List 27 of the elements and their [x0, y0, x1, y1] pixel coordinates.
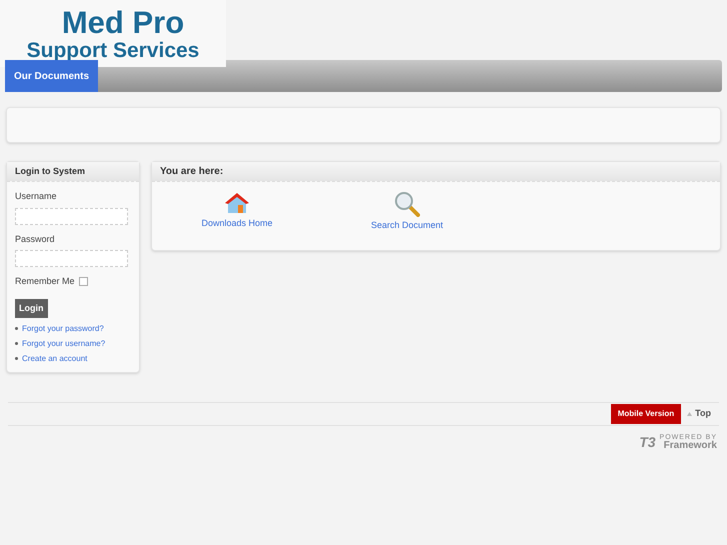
house-icon	[224, 191, 250, 215]
logo-subtitle: Support Services	[26, 40, 200, 60]
shortcut-link[interactable]: Search Document	[322, 191, 492, 232]
password-field[interactable]	[15, 250, 128, 267]
field-label: Password	[15, 232, 56, 246]
checkbox-label: Remember Me	[15, 275, 75, 288]
account-link[interactable]: Forgot your username?	[22, 338, 106, 350]
field-label: Username	[15, 190, 58, 203]
brand-mark: T3	[639, 433, 656, 452]
login-button[interactable]: Login	[15, 298, 48, 318]
panel-title: Login to System	[15, 164, 86, 178]
bullet-icon	[15, 357, 18, 360]
remember-checkbox[interactable]	[78, 277, 88, 286]
logo-title: Med Pro	[62, 6, 184, 38]
bullet-icon	[15, 327, 18, 330]
framework-text: Framework	[664, 441, 717, 451]
bullet-icon	[15, 342, 18, 345]
panel-title: You are here:	[160, 165, 224, 179]
mobile-version-button[interactable]: Mobile Version	[610, 404, 682, 424]
username-field[interactable]	[15, 208, 128, 224]
magnifier-icon	[394, 191, 420, 217]
nav-tab[interactable]: Our Documents	[5, 60, 98, 92]
account-link[interactable]: Create an account	[22, 352, 88, 364]
up-arrow-icon	[687, 412, 692, 416]
shortcut-link[interactable]: Downloads Home	[152, 191, 322, 232]
top-link[interactable]: Top	[687, 407, 711, 421]
account-link[interactable]: Forgot your password?	[22, 322, 104, 334]
